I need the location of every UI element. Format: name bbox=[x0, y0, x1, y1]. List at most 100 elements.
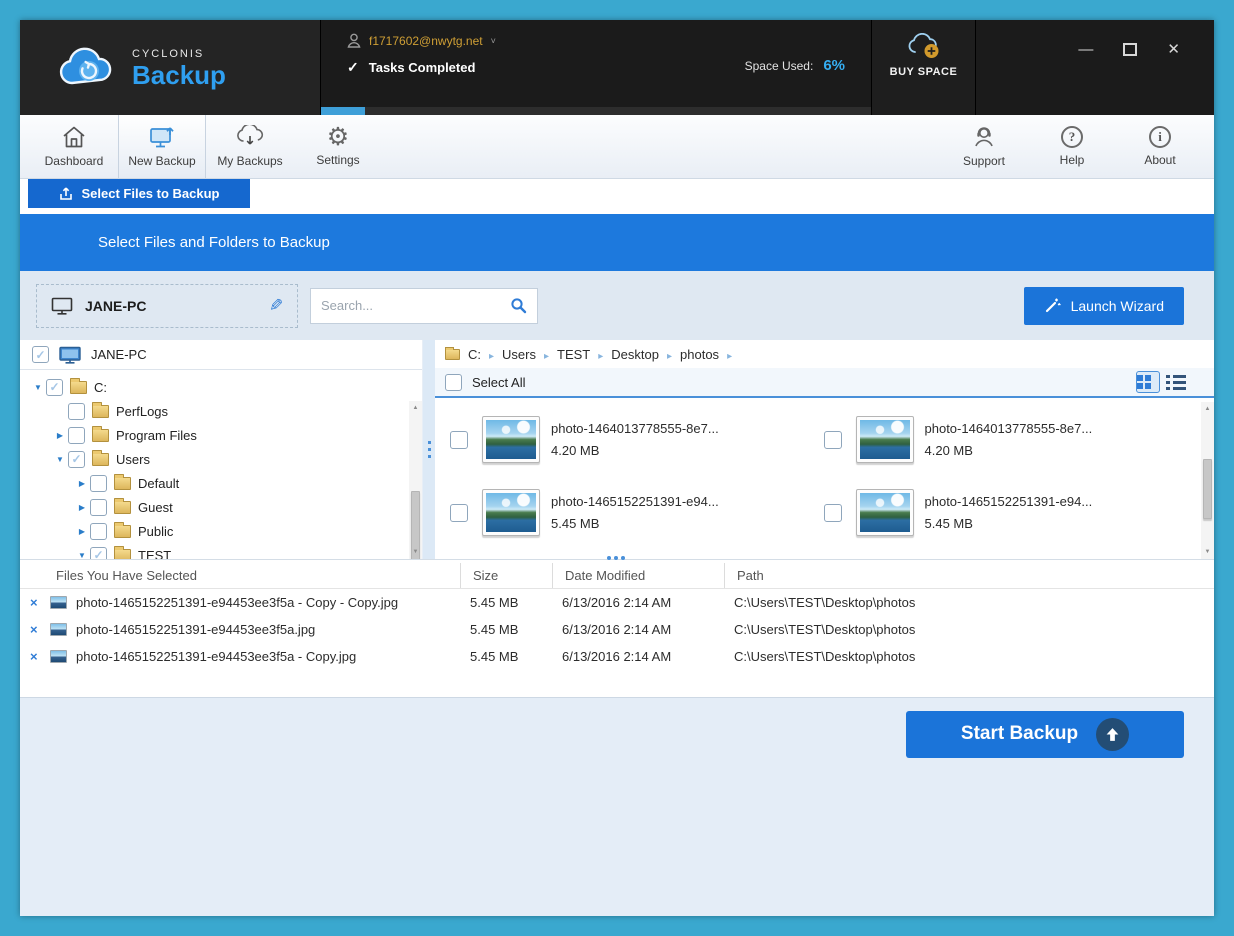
app-header: CYCLONIS Backup f1717602@nwytg.net ˅ ✓ T… bbox=[20, 20, 1214, 115]
select-all-checkbox[interactable] bbox=[445, 374, 462, 391]
tree-checkbox[interactable] bbox=[90, 475, 107, 492]
nav-new-backup[interactable]: New Backup bbox=[118, 115, 206, 178]
file-item[interactable]: photo-1464013778555-8e7... 4.20 MB bbox=[817, 403, 1191, 476]
file-item[interactable]: photo-1465152251391-e94... 5.45 MB bbox=[817, 476, 1191, 549]
file-checkbox[interactable] bbox=[450, 431, 468, 449]
tree-item[interactable]: Public bbox=[20, 519, 422, 543]
launch-wizard-button[interactable]: Launch Wizard bbox=[1024, 287, 1184, 325]
tree-item[interactable]: Guest bbox=[20, 495, 422, 519]
tree-checkbox[interactable] bbox=[46, 379, 63, 396]
panel-splitter[interactable] bbox=[422, 340, 435, 559]
grid-view-button[interactable] bbox=[1136, 371, 1160, 393]
tree-checkbox[interactable] bbox=[90, 499, 107, 516]
file-checkbox[interactable] bbox=[824, 504, 842, 522]
breadcrumb-item[interactable]: TEST bbox=[557, 347, 611, 362]
column-path[interactable]: Path bbox=[724, 563, 1214, 588]
nav-settings[interactable]: ⚙ Settings bbox=[294, 115, 382, 178]
expand-arrow-icon[interactable] bbox=[74, 551, 90, 559]
file-item[interactable]: photo-1465152251391-e94... 5.45 MB bbox=[817, 549, 1191, 559]
expand-arrow-icon[interactable] bbox=[74, 527, 90, 536]
scroll-down-icon[interactable]: ▼ bbox=[1201, 545, 1214, 559]
tree-checkbox[interactable] bbox=[68, 427, 85, 444]
tree-checkbox[interactable] bbox=[68, 451, 85, 468]
file-checkbox[interactable] bbox=[450, 504, 468, 522]
expand-arrow-icon[interactable] bbox=[30, 383, 46, 392]
folder-icon bbox=[92, 405, 109, 418]
expand-arrow-icon[interactable] bbox=[52, 455, 68, 464]
account-email: f1717602@nwytg.net bbox=[369, 34, 483, 48]
file-checkbox[interactable] bbox=[824, 431, 842, 449]
chevron-down-icon: ˅ bbox=[491, 36, 496, 46]
breadcrumb-item[interactable]: C: bbox=[468, 347, 502, 362]
tree-item[interactable]: PerfLogs bbox=[20, 399, 422, 423]
selected-file-size: 5.45 MB bbox=[470, 622, 562, 637]
scroll-down-icon[interactable]: ▼ bbox=[409, 545, 422, 559]
task-status-label: Tasks Completed bbox=[369, 60, 476, 75]
close-button[interactable]: ✕ bbox=[1167, 42, 1180, 57]
search-icon[interactable] bbox=[510, 297, 527, 314]
splitter-dots-icon bbox=[428, 441, 431, 458]
tree-root-jane-pc[interactable]: ✓ JANE-PC bbox=[20, 340, 422, 370]
file-item[interactable]: photo-1465152251391-e94... 5.45 MB bbox=[443, 549, 817, 559]
tree-item[interactable]: C: bbox=[20, 375, 422, 399]
tree-item[interactable]: TEST bbox=[20, 543, 422, 559]
breadcrumb-item[interactable]: photos bbox=[680, 347, 740, 362]
buy-space-button[interactable]: BUY SPACE bbox=[872, 20, 976, 115]
tab-label: Select Files to Backup bbox=[82, 186, 220, 201]
nav-my-backups[interactable]: My Backups bbox=[206, 115, 294, 178]
breadcrumb-item[interactable]: Desktop bbox=[611, 347, 680, 362]
photo-image bbox=[860, 493, 910, 532]
scroll-up-icon[interactable]: ▲ bbox=[409, 401, 422, 415]
selected-file-size: 5.45 MB bbox=[470, 595, 562, 610]
image-file-icon bbox=[50, 650, 67, 663]
file-item[interactable]: photo-1464013778555-8e7... 4.20 MB bbox=[443, 403, 817, 476]
nav-label: New Backup bbox=[128, 154, 195, 168]
account-menu[interactable]: f1717602@nwytg.net ˅ bbox=[347, 33, 847, 48]
computer-name-box[interactable]: JANE-PC ✎ bbox=[36, 284, 298, 328]
edit-name-icon[interactable]: ✎ bbox=[269, 296, 283, 316]
maximize-button[interactable] bbox=[1123, 43, 1137, 56]
selected-file-path: C:\Users\TEST\Desktop\photos bbox=[734, 595, 1214, 610]
brand-product: Backup bbox=[132, 62, 226, 88]
list-view-button[interactable] bbox=[1166, 373, 1186, 391]
column-date-modified[interactable]: Date Modified bbox=[552, 563, 724, 588]
splitter-handle-icon[interactable] bbox=[607, 556, 611, 560]
remove-file-button[interactable]: × bbox=[30, 649, 50, 664]
nav-help[interactable]: ? Help bbox=[1028, 115, 1116, 178]
photo-thumbnail bbox=[856, 416, 914, 463]
root-checkbox[interactable]: ✓ bbox=[32, 346, 49, 363]
start-backup-button[interactable]: Start Backup bbox=[906, 711, 1184, 758]
monitor-icon bbox=[51, 297, 73, 315]
minimize-button[interactable]: — bbox=[1078, 42, 1093, 57]
remove-file-button[interactable]: × bbox=[30, 622, 50, 637]
file-item[interactable]: photo-1465152251391-e94... 5.45 MB bbox=[443, 476, 817, 549]
files-scrollbar[interactable]: ▲ ▼ bbox=[1201, 402, 1214, 559]
tree-checkbox[interactable] bbox=[90, 547, 107, 559]
scroll-thumb[interactable] bbox=[1203, 459, 1212, 519]
scroll-up-icon[interactable]: ▲ bbox=[1201, 402, 1214, 416]
selected-files-table: Files You Have Selected Size Date Modifi… bbox=[20, 559, 1214, 697]
expand-arrow-icon[interactable] bbox=[74, 503, 90, 512]
tree-checkbox[interactable] bbox=[90, 523, 107, 540]
remove-file-button[interactable]: × bbox=[30, 595, 50, 610]
folder-icon bbox=[114, 549, 131, 559]
column-size[interactable]: Size bbox=[460, 563, 552, 588]
tree-scrollbar[interactable]: ▲ ▼ bbox=[409, 401, 422, 559]
nav-dashboard[interactable]: Dashboard bbox=[30, 115, 118, 178]
page-title-banner: Select Files and Folders to Backup bbox=[20, 214, 1214, 271]
nav-support[interactable]: Support bbox=[940, 115, 1028, 178]
tree-item[interactable]: Users bbox=[20, 447, 422, 471]
select-all-label: Select All bbox=[472, 375, 525, 390]
tab-select-files-to-backup[interactable]: Select Files to Backup bbox=[28, 179, 250, 208]
tree-root-label: JANE-PC bbox=[91, 347, 147, 362]
expand-arrow-icon[interactable] bbox=[74, 479, 90, 488]
tree-checkbox[interactable] bbox=[68, 403, 85, 420]
expand-arrow-icon[interactable] bbox=[52, 431, 68, 440]
breadcrumb-item[interactable]: Users bbox=[502, 347, 557, 362]
tree-item[interactable]: Program Files bbox=[20, 423, 422, 447]
column-files-selected[interactable]: Files You Have Selected bbox=[20, 563, 460, 588]
tree-item[interactable]: Default bbox=[20, 471, 422, 495]
nav-about[interactable]: i About bbox=[1116, 115, 1204, 178]
checkbox-annotation bbox=[821, 428, 845, 452]
search-input[interactable] bbox=[321, 298, 510, 313]
